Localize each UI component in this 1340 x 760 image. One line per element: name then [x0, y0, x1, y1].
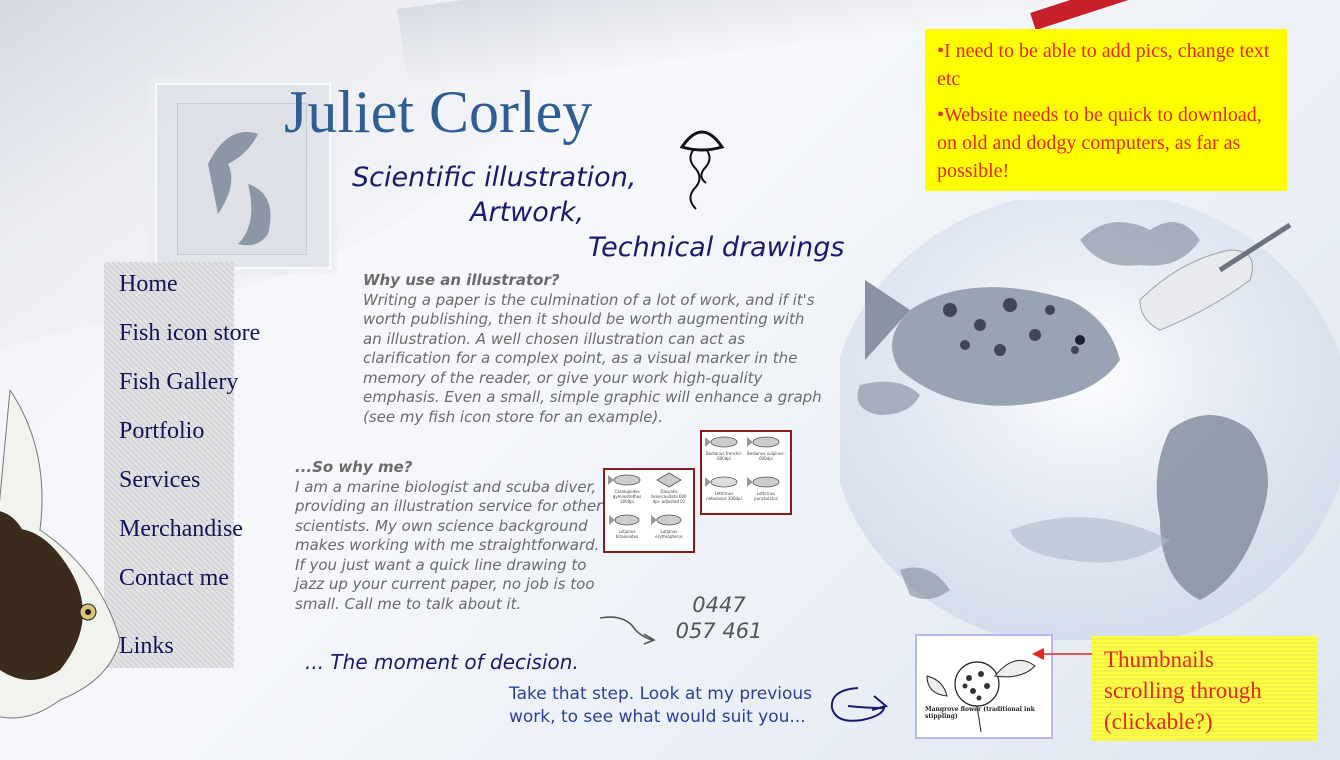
loop-arrow-icon: [830, 687, 889, 722]
moment-of-decision: ... The moment of decision.: [305, 650, 579, 674]
fish-icon: [608, 474, 641, 486]
nav-item-portfolio[interactable]: Portfolio: [119, 418, 204, 445]
tagline-line-2: Artwork,: [470, 197, 585, 228]
fish-icon: [705, 436, 738, 448]
previous-work-link[interactable]: Take that step. Look at my previous work…: [509, 683, 829, 729]
fish-icon: [705, 476, 738, 488]
fish-icon: [747, 436, 780, 448]
requirements-note: •I need to be able to add pics, change t…: [925, 29, 1287, 191]
icon-cell-label: Lethrinus nebulosus 300dpi: [706, 491, 742, 501]
icon-cell-label: Lethrinus punctulatus: [754, 491, 778, 501]
nav-item-home[interactable]: Home: [119, 271, 178, 298]
site-title: Juliet Corley: [284, 79, 593, 145]
red-arrow-icon: [1032, 648, 1092, 660]
thumbnails-note-line-2: scrolling through: [1104, 678, 1262, 703]
tagline-line-3: Technical drawings: [588, 232, 845, 263]
requirement-1: •I need to be able to add pics, change t…: [937, 40, 1270, 90]
nav-item-fish-icon-store[interactable]: Fish icon store: [119, 320, 260, 347]
jellyfish-sketch-icon: [679, 130, 725, 210]
why-me-heading: ...So why me?: [295, 458, 413, 476]
icon-cell: Carangoides gymnostethus 300dpi: [607, 472, 647, 508]
tagline-line-1: Scientific illustration,: [352, 162, 637, 193]
fish-icon: [747, 476, 780, 488]
icon-cell: Bodianus frenchii-600dpi: [704, 434, 744, 470]
thumbnail-caption: Mangrove flower (traditional ink stippli…: [925, 706, 1035, 720]
requirement-2: •Website needs to be quick to download, …: [937, 104, 1262, 182]
nav-item-fish-gallery[interactable]: Fish Gallery: [119, 369, 238, 396]
icon-cell-label: Carangoides gymnostethus 300dpi: [612, 489, 642, 504]
why-illustrator-text: Writing a paper is the culmination of a …: [363, 290, 822, 426]
icon-cell: Lethrinus punctulatus: [746, 474, 786, 510]
icon-cell: Bodianus vulpinus-600dpi: [746, 434, 786, 470]
icon-cell: Dasyatis brevicaudata 600 dpi- adjusted …: [649, 472, 689, 508]
icon-cell: Lethrinus nebulosus 300dpi: [704, 474, 744, 510]
grouper-reef-illustration: [840, 200, 1340, 640]
icon-cell-label: Lutjanus bitaeniatus: [615, 529, 639, 539]
fish-icon: [609, 514, 640, 526]
thumbnails-note-line-3: (clickable?): [1104, 709, 1213, 734]
why-me-text: I am a marine biologist and scuba diver,…: [295, 477, 603, 613]
arrow-curl-icon: [599, 616, 656, 645]
icon-cell: Lutjanus bitaeniatus: [607, 512, 647, 548]
fish-icon-sample-a[interactable]: Carangoides gymnostethus 300dpi Dasyatis…: [603, 468, 695, 553]
nav-item-services[interactable]: Services: [119, 467, 200, 494]
icon-cell-label: Bodianus frenchii-600dpi: [705, 451, 743, 461]
ray-icon: [656, 472, 682, 488]
thumbnails-note-line-1: Thumbnails: [1104, 647, 1214, 672]
icon-cell-label: Dasyatis brevicaudata 600 dpi- adjusted …: [651, 489, 687, 504]
icon-cell: Lutjanus erythropterus: [649, 512, 689, 548]
why-me-section: ...So why me? I am a marine biologist an…: [295, 458, 605, 614]
why-illustrator-section: Why use an illustrator? Writing a paper …: [363, 271, 823, 427]
nav-item-merchandise[interactable]: Merchandise: [119, 516, 243, 543]
phone-line-1: 0447: [692, 593, 746, 617]
why-illustrator-heading: Why use an illustrator?: [363, 271, 560, 289]
phone-number: 0447 057 461: [664, 592, 774, 644]
fish-icon-sample-b[interactable]: Bodianus frenchii-600dpi Bodianus vulpin…: [700, 430, 792, 515]
phone-line-2: 057 461: [675, 619, 763, 643]
icon-cell-label: Lutjanus erythropterus: [655, 529, 683, 539]
bannerfish-illustration: [0, 390, 121, 719]
nav-item-contact-me[interactable]: Contact me: [119, 565, 229, 592]
fish-icon: [651, 514, 682, 526]
thumbnails-note: Thumbnails scrolling through (clickable?…: [1092, 636, 1317, 741]
icon-cell-label: Bodianus vulpinus-600dpi: [747, 451, 785, 461]
